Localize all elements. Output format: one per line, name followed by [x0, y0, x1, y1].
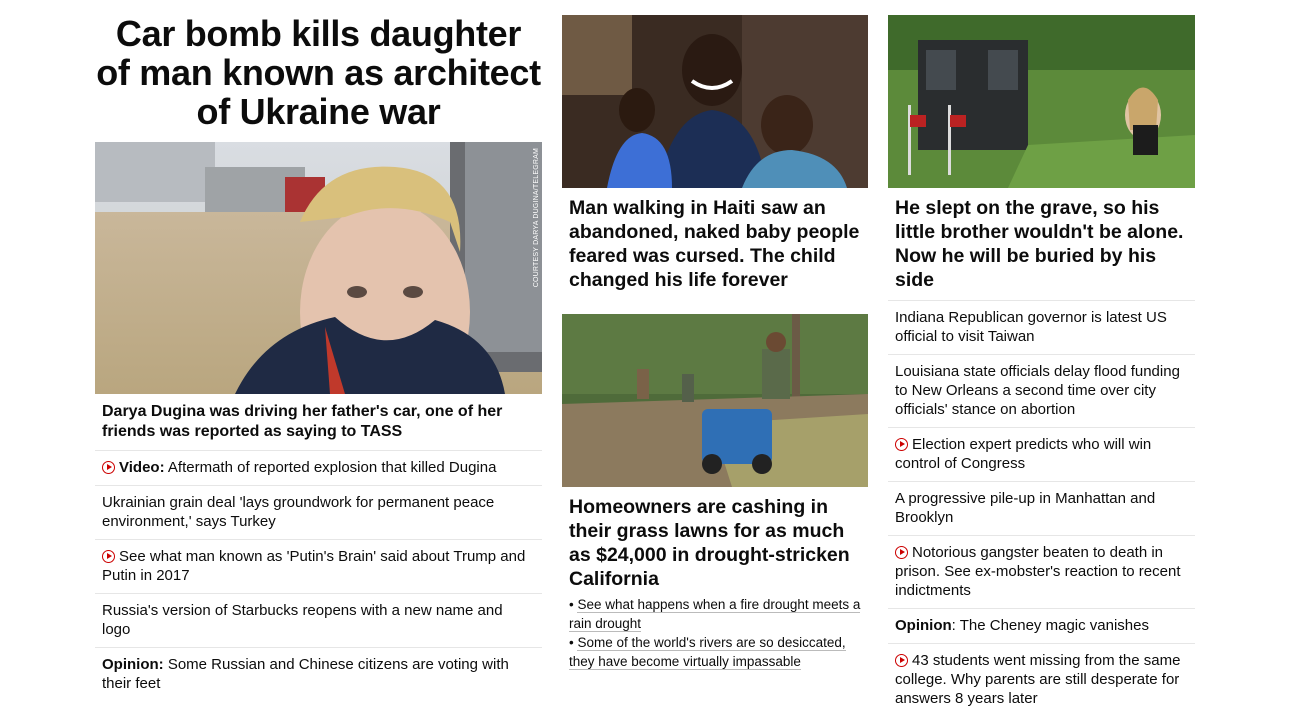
- lead-story-column: Car bomb kills daughter of man known as …: [95, 0, 542, 701]
- list-item[interactable]: Indiana Republican governor is latest US…: [888, 300, 1195, 354]
- item-prefix: Video:: [119, 459, 165, 476]
- list-item[interactable]: 43 students went missing from the same c…: [888, 643, 1195, 716]
- item-prefix: Opinion:: [102, 656, 164, 673]
- item-text: Russia's version of Starbucks reopens wi…: [102, 602, 503, 638]
- list-item[interactable]: Opinion: Some Russian and Chinese citize…: [95, 647, 542, 701]
- related-link[interactable]: Some of the world's rivers are so desicc…: [569, 635, 846, 670]
- item-text: Some Russian and Chinese citizens are vo…: [102, 656, 509, 692]
- item-text: Aftermath of reported explosion that kil…: [164, 459, 497, 476]
- item-text: Notorious gangster beaten to death in pr…: [895, 544, 1181, 599]
- item-text: A progressive pile-up in Manhattan and B…: [895, 490, 1156, 526]
- lead-headline[interactable]: Car bomb kills daughter of man known as …: [95, 14, 542, 142]
- item-text: 43 students went missing from the same c…: [895, 652, 1181, 707]
- grave-headline[interactable]: He slept on the grave, so his little bro…: [888, 188, 1195, 300]
- related-link-item: • See what happens when a fire drought m…: [569, 597, 861, 632]
- lead-caption[interactable]: Darya Dugina was driving her father's ca…: [95, 394, 542, 450]
- list-item[interactable]: A progressive pile-up in Manhattan and B…: [888, 481, 1195, 535]
- item-prefix: Opinion: [895, 617, 952, 634]
- play-circle-icon: [895, 654, 908, 667]
- grave-story-image[interactable]: [888, 15, 1195, 188]
- play-circle-icon: [102, 550, 115, 563]
- list-item[interactable]: Video: Aftermath of reported explosion t…: [95, 450, 542, 485]
- haiti-headline[interactable]: Man walking in Haiti saw an abandoned, n…: [562, 188, 868, 314]
- image-credit: COURTESY DARYA DUGINA/TELEGRAM: [533, 148, 540, 288]
- lawn-related-links: • See what happens when a fire drought m…: [562, 591, 868, 671]
- item-text: Louisiana state officials delay flood fu…: [895, 363, 1180, 418]
- play-circle-icon: [895, 438, 908, 451]
- play-circle-icon: [895, 546, 908, 559]
- list-item[interactable]: Notorious gangster beaten to death in pr…: [888, 535, 1195, 608]
- lawn-headline[interactable]: Homeowners are cashing in their grass la…: [562, 487, 868, 591]
- item-text: Election expert predicts who will win co…: [895, 436, 1152, 472]
- related-link[interactable]: See what happens when a fire drought mee…: [569, 597, 861, 632]
- haiti-story-image[interactable]: [562, 15, 868, 188]
- lead-story-image[interactable]: COURTESY DARYA DUGINA/TELEGRAM: [95, 142, 542, 394]
- list-item[interactable]: Louisiana state officials delay flood fu…: [888, 354, 1195, 427]
- list-item[interactable]: Russia's version of Starbucks reopens wi…: [95, 593, 542, 647]
- list-item[interactable]: Opinion: The Cheney magic vanishes: [888, 608, 1195, 643]
- item-text: Indiana Republican governor is latest US…: [895, 309, 1167, 345]
- middle-column: Man walking in Haiti saw an abandoned, n…: [562, 0, 868, 671]
- list-item[interactable]: Election expert predicts who will win co…: [888, 427, 1195, 481]
- list-item[interactable]: Ukrainian grain deal 'lays groundwork fo…: [95, 485, 542, 539]
- lawn-story-image[interactable]: [562, 314, 868, 487]
- related-link-item: • Some of the world's rivers are so desi…: [569, 635, 846, 670]
- right-column: He slept on the grave, so his little bro…: [888, 0, 1195, 716]
- item-text: : The Cheney magic vanishes: [951, 617, 1149, 634]
- play-circle-icon: [102, 461, 115, 474]
- list-item[interactable]: See what man known as 'Putin's Brain' sa…: [95, 539, 542, 593]
- item-text: See what man known as 'Putin's Brain' sa…: [102, 548, 526, 584]
- item-text: Ukrainian grain deal 'lays groundwork fo…: [102, 494, 495, 530]
